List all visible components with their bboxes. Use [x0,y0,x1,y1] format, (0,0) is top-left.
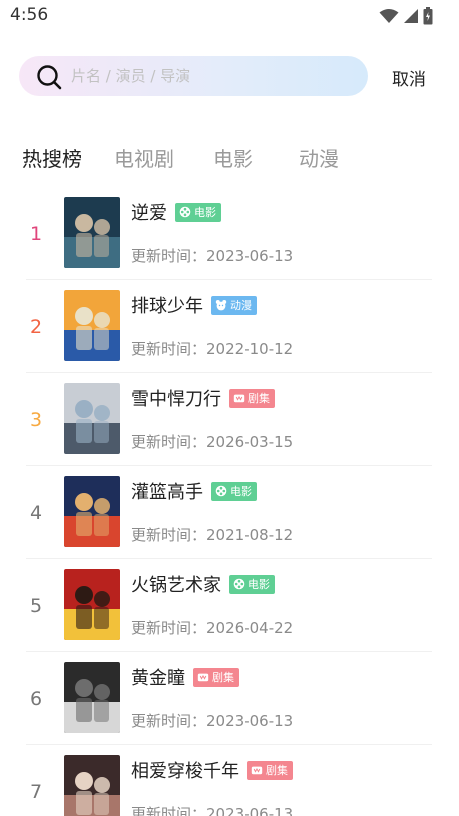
cellular-signal-icon [404,9,418,23]
film-reel-icon [215,485,227,497]
title-line: 火锅艺术家 电影 [131,571,275,597]
search-input[interactable] [71,65,361,87]
list-item[interactable]: 4 灌篮高手 电影更新时间：2021-08-12 [26,466,432,559]
update-time-label: 更新时间： [131,340,207,358]
tab-tv-series[interactable]: 电视剧 [114,143,174,172]
poster-image[interactable] [64,197,120,268]
rank-number: 1 [29,223,43,245]
cartoon-bear-icon [215,300,227,311]
search-bar: 取消 [0,56,459,96]
update-time-label: 更新时间： [131,619,207,637]
list-item[interactable]: 6 黄金瞳 剧集更新时间：2023-06-13 [26,652,432,745]
tab-anime[interactable]: 动漫 [299,143,339,172]
rank-number: 3 [29,409,43,431]
update-time-value: 2023-06-13 [206,247,294,265]
poster-image[interactable] [64,662,120,733]
tv-icon [233,394,245,403]
tv-icon [251,766,263,775]
update-time-label: 更新时间： [131,247,207,265]
wifi-icon [379,9,399,23]
update-time-label: 更新时间： [131,526,207,544]
list-item[interactable]: 5 火锅艺术家 电影更新时间：2026-04-22 [26,559,432,652]
item-title: 排球少年 [131,296,203,317]
update-time: 更新时间：2026-04-22 [131,617,293,638]
update-time: 更新时间：2026-03-15 [131,431,293,452]
category-badge: 剧集 [229,388,275,408]
tab-movies[interactable]: 电影 [213,143,253,172]
item-title: 黄金瞳 [131,668,185,689]
battery-icon [423,7,433,25]
rank-number: 5 [29,595,43,617]
category-badge-label: 剧集 [248,392,270,405]
update-time-value: 2023-06-13 [206,712,294,730]
title-line: 黄金瞳 剧集 [131,664,239,690]
list-item[interactable]: 2 排球少年 动漫更新时间：2022-10-12 [26,280,432,373]
title-line: 逆爱 电影 [131,199,221,225]
category-badge-label: 剧集 [266,764,288,777]
cancel-button[interactable]: 取消 [392,65,426,90]
category-badge: 动漫 [211,295,257,315]
item-title: 逆爱 [131,203,167,224]
poster-image[interactable] [64,383,120,454]
update-time-value: 2022-10-12 [206,340,294,358]
category-badge-label: 电影 [194,206,216,219]
status-bar: 4:56 [0,0,459,32]
list-item[interactable]: 1 逆爱 电影更新时间：2023-06-13 [26,187,432,280]
category-badge: 电影 [175,202,221,222]
category-badge: 电影 [211,481,257,501]
item-title: 灌篮高手 [131,482,203,503]
category-badge-label: 电影 [230,485,252,498]
film-reel-icon [233,578,245,590]
tab-hot-search[interactable]: 热搜榜 [22,143,82,172]
status-icons [379,7,433,25]
title-line: 灌篮高手 电影 [131,478,257,504]
category-badge-label: 动漫 [230,299,252,312]
update-time: 更新时间：2022-10-12 [131,338,293,359]
update-time-label: 更新时间： [131,712,207,730]
category-badge: 剧集 [193,667,239,687]
update-time: 更新时间：2023-06-13 [131,245,293,266]
category-badge: 电影 [229,574,275,594]
title-line: 雪中悍刀行 剧集 [131,385,275,411]
category-badge-label: 电影 [248,578,270,591]
title-line: 排球少年 动漫 [131,292,257,318]
title-line: 相爱穿梭千年 剧集 [131,757,293,783]
poster-image[interactable] [64,290,120,361]
update-time-label: 更新时间： [131,805,207,816]
item-title: 相爱穿梭千年 [131,761,239,782]
category-badge: 剧集 [247,760,293,780]
list-item[interactable]: 3 雪中悍刀行 剧集更新时间：2026-03-15 [26,373,432,466]
poster-image[interactable] [64,755,120,816]
search-icon[interactable] [36,64,62,90]
rank-number: 2 [29,316,43,338]
item-title: 雪中悍刀行 [131,389,221,410]
update-time-value: 2023-06-13 [206,805,294,816]
status-time: 4:56 [10,5,49,25]
rank-number: 7 [29,781,43,803]
update-time-label: 更新时间： [131,433,207,451]
rank-number: 6 [29,688,43,710]
category-badge-label: 剧集 [212,671,234,684]
ranking-list: 1 逆爱 电影 更新时间：2023-06-13 2 排球少年 动漫 更新时间：2022-10-… [26,187,432,816]
film-reel-icon [179,206,191,218]
tv-icon [197,673,209,682]
update-time: 更新时间：2021-08-12 [131,524,293,545]
poster-image[interactable] [64,476,120,547]
update-time-value: 2021-08-12 [206,526,294,544]
search-box[interactable] [19,56,368,96]
update-time: 更新时间：2023-06-13 [131,710,293,731]
rank-number: 4 [29,502,43,524]
poster-image[interactable] [64,569,120,640]
item-title: 火锅艺术家 [131,575,221,596]
list-item[interactable]: 7 相爱穿梭千年 剧集更新时间：2023-06-13 [26,745,432,816]
category-tabs: 热搜榜 电视剧 电影 动漫 [0,143,459,173]
update-time-value: 2026-03-15 [206,433,294,451]
update-time: 更新时间：2023-06-13 [131,803,293,816]
update-time-value: 2026-04-22 [206,619,294,637]
